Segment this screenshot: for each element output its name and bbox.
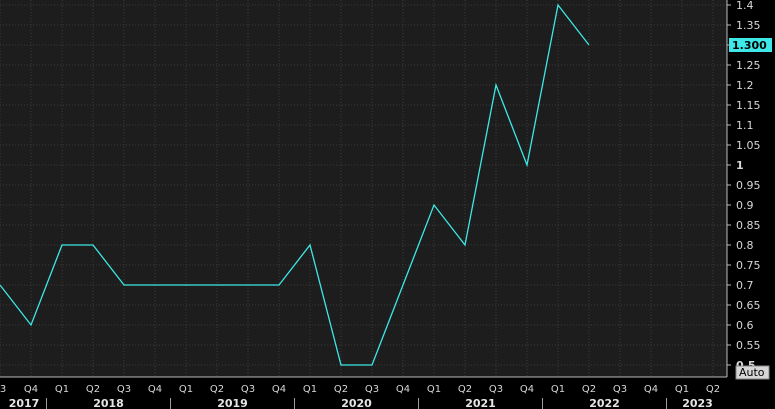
y-tick-label: 0.55 — [736, 339, 761, 352]
last-value-label: 1.300 — [732, 39, 767, 52]
y-tick-label: 0.6 — [736, 319, 754, 332]
x-tick-label: Q2 — [86, 384, 100, 395]
x-tick-label: Q3 — [489, 384, 503, 395]
x-tick-label: Q1 — [551, 384, 565, 395]
year-label: 2021 — [465, 397, 496, 409]
y-tick-label: 0.65 — [736, 299, 761, 312]
y-tick-label: 0.9 — [736, 199, 754, 212]
x-tick-label: Q4 — [272, 384, 286, 395]
x-tick-label: Q2 — [582, 384, 596, 395]
x-tick-label: Q2 — [706, 384, 720, 395]
x-tick-label: 3 — [0, 384, 6, 395]
x-tick-label: Q4 — [148, 384, 162, 395]
x-tick-label: Q4 — [644, 384, 658, 395]
x-tick-label: Q2 — [458, 384, 472, 395]
y-tick-label: 0.85 — [736, 219, 761, 232]
y-tick-label: 0.7 — [736, 279, 754, 292]
year-label: 2019 — [217, 397, 248, 409]
x-tick-label: Q3 — [365, 384, 379, 395]
plot-area — [0, 0, 727, 377]
year-label: 2020 — [341, 397, 372, 409]
y-tick-label: 1 — [736, 159, 744, 172]
x-tick-label: Q1 — [303, 384, 317, 395]
x-tick-label: Q1 — [675, 384, 689, 395]
y-tick-label: 1.35 — [736, 19, 761, 32]
x-tick-label: Q4 — [24, 384, 38, 395]
y-tick-label: 0.8 — [736, 239, 754, 252]
x-tick-label: Q2 — [210, 384, 224, 395]
last-value-badge: 1.300 — [729, 38, 772, 52]
y-tick-label: 1.05 — [736, 139, 761, 152]
x-tick-label: Q3 — [613, 384, 627, 395]
line-chart: 0.50.550.60.650.70.750.80.850.90.9511.05… — [0, 0, 775, 409]
x-tick-label: Q4 — [520, 384, 534, 395]
x-tick-label: Q1 — [55, 384, 69, 395]
year-label: 2023 — [682, 397, 713, 409]
auto-scale-button[interactable]: Auto — [735, 365, 770, 380]
year-label: 2022 — [589, 397, 620, 409]
year-label: 2018 — [93, 397, 124, 409]
y-tick-label: 1.1 — [736, 119, 754, 132]
x-tick-label: Q3 — [241, 384, 255, 395]
x-tick-label: Q1 — [179, 384, 193, 395]
auto-scale-label[interactable]: Auto — [739, 366, 765, 379]
y-tick-label: 0.75 — [736, 259, 761, 272]
x-tick-label: Q1 — [427, 384, 441, 395]
year-label: 2017 — [9, 397, 40, 409]
x-tick-label: Q4 — [396, 384, 410, 395]
y-tick-label: 1.25 — [736, 59, 761, 72]
y-tick-label: 1.15 — [736, 99, 761, 112]
y-tick-label: 0.95 — [736, 179, 761, 192]
y-tick-label: 1.2 — [736, 79, 754, 92]
x-tick-label: Q2 — [334, 384, 348, 395]
x-tick-label: Q3 — [117, 384, 131, 395]
y-tick-label: 1.4 — [736, 0, 754, 12]
